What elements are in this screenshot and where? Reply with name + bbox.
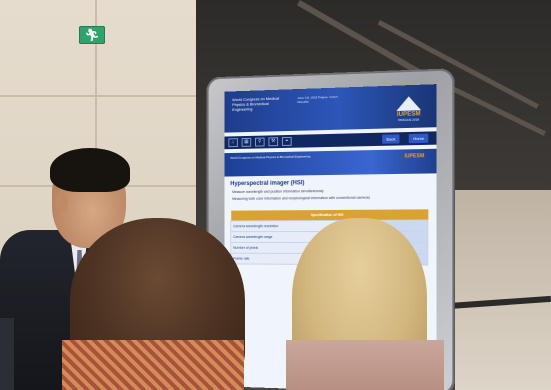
man-hair <box>50 148 130 192</box>
home-button[interactable]: Home <box>409 133 429 144</box>
slide-banner: World Congress on Medical Physics & Biom… <box>224 148 437 177</box>
bullet-item: Measuring both color information and mor… <box>232 195 371 201</box>
running-person-exit-icon: 🏃︎ <box>84 28 100 42</box>
table-title: Specification of HSI <box>230 209 428 221</box>
logo-mark-icon <box>396 95 422 111</box>
woman-pink-top <box>286 340 444 390</box>
calendar-icon[interactable]: ▦ <box>241 137 252 147</box>
banner-title: World Congress on Medical Physics & Biom… <box>230 154 311 160</box>
woman-patterned-top <box>62 340 244 390</box>
screen-header: World Congress on Medical Physics & Biom… <box>224 84 437 133</box>
back-button[interactable]: Back <box>382 134 400 144</box>
wall-joint <box>0 95 200 97</box>
exit-sign: 🏃︎ <box>79 26 105 44</box>
banner-logo: IUPESM <box>404 153 425 160</box>
bullet-item: Measure wavelength and position informat… <box>232 189 324 195</box>
logo-subtext: PRAGUE 2018 <box>398 117 420 123</box>
man-ear <box>56 192 68 212</box>
congress-title: World Congress on Medical Physics & Biom… <box>232 95 280 112</box>
tools-icon[interactable]: ⚒ <box>268 137 279 147</box>
background-wall-right <box>455 190 551 390</box>
photo-scene: 🏃︎ World Congress on Medical Physics & B… <box>0 0 551 390</box>
dark-bag <box>0 318 14 390</box>
slide-heading: Hyperspectral imager (HSI) <box>230 180 305 188</box>
congress-date: June 3-8, 2018 Prague, Czech Republic <box>297 94 338 104</box>
pin-icon[interactable]: ⌖ <box>281 136 292 147</box>
search-icon[interactable]: ⚲ <box>254 137 265 147</box>
iupesm-logo: IUPESM PRAGUE 2018 <box>391 91 426 123</box>
home-icon[interactable]: ⌂ <box>228 138 238 148</box>
screen-nav: ⌂ ▦ ⚲ ⚒ ⌖ Back Home <box>224 131 437 150</box>
